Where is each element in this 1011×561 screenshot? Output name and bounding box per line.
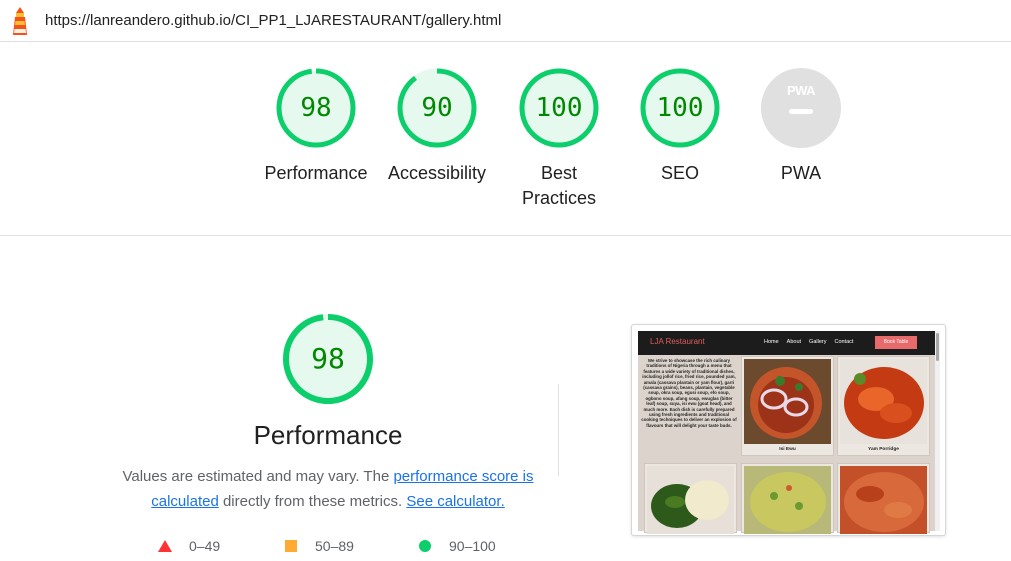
food-image bbox=[744, 466, 831, 534]
performance-description: Values are estimated and may vary. The p… bbox=[110, 464, 546, 514]
legend-range: 90–100 bbox=[449, 538, 496, 554]
circle-icon bbox=[419, 540, 431, 552]
legend-range: 50–89 bbox=[315, 538, 354, 554]
pwa-badge bbox=[761, 68, 841, 148]
address-bar: https://lanreandero.github.io/CI_PP1_LJA… bbox=[0, 0, 1011, 42]
gauge-score: 100 bbox=[535, 93, 583, 123]
thumb-caption: Isi Ewu bbox=[779, 447, 796, 452]
performance-title: Performance bbox=[253, 420, 403, 450]
performance-score: 98 bbox=[311, 342, 345, 375]
gauge-best-practices[interactable]: 100 Best Practices bbox=[499, 67, 619, 211]
gauge-label: PWA bbox=[780, 163, 822, 183]
thumb-nav-home: Home bbox=[764, 339, 779, 345]
gauge-label: Performance bbox=[264, 163, 368, 183]
food-image bbox=[840, 466, 927, 534]
thumb-navbar: LJA Restaurant Home About Gallery Contact B… bbox=[638, 331, 935, 355]
thumb-book-table-button: Book Table bbox=[875, 336, 917, 349]
thumb-card-isi-ewu: Isi Ewu bbox=[741, 356, 834, 456]
scrollbar-thumb bbox=[936, 333, 939, 361]
legend-range: 0–49 bbox=[189, 538, 221, 554]
performance-gauge: 98 bbox=[282, 313, 374, 405]
food-image bbox=[744, 359, 831, 444]
gauge-accessibility[interactable]: 90 Accessibility bbox=[377, 67, 497, 186]
gauge-label: SEO bbox=[660, 163, 699, 183]
url-text[interactable]: https://lanreandero.github.io/CI_PP1_LJA… bbox=[45, 12, 501, 29]
thumb-card-food bbox=[837, 463, 930, 534]
gauge-pwa[interactable]: PWA PWA bbox=[741, 67, 861, 186]
gauge-score: 100 bbox=[656, 93, 704, 123]
gauge-performance[interactable]: 98 Performance bbox=[256, 67, 376, 186]
gauge-score: 98 bbox=[300, 93, 332, 123]
food-image bbox=[647, 466, 734, 534]
gauge-label: Best Practices bbox=[521, 163, 597, 208]
pwa-icon-text: PWA bbox=[786, 83, 816, 98]
gauge-score: 90 bbox=[421, 93, 453, 123]
page-screenshot-thumbnail[interactable]: LJA Restaurant Home About Gallery Contact B… bbox=[631, 324, 946, 536]
see-calculator-link[interactable]: See calculator. bbox=[406, 493, 504, 510]
thumb-page: We strive to showcase the rich culinary … bbox=[638, 355, 935, 534]
desc-text: Values are estimated and may vary. The bbox=[122, 468, 394, 485]
food-image bbox=[840, 359, 927, 444]
gauge-seo[interactable]: 100 SEO bbox=[620, 67, 740, 186]
square-icon bbox=[285, 540, 297, 552]
thumb-nav-gallery: Gallery bbox=[809, 339, 827, 345]
thumb-nav-contact: Contact bbox=[834, 339, 854, 345]
gauge-label: Accessibility bbox=[387, 163, 487, 183]
thumb-card-yam-porridge: Yam Porridge bbox=[837, 356, 930, 456]
thumb-intro-text: We strive to showcase the rich culinary … bbox=[641, 358, 737, 428]
section-divider bbox=[0, 235, 1011, 236]
thumb-card-food bbox=[741, 463, 834, 534]
pwa-dash-icon bbox=[789, 109, 813, 114]
lighthouse-icon bbox=[13, 7, 27, 35]
thumb-brand: LJA Restaurant bbox=[650, 337, 705, 346]
thumb-caption: Yam Porridge bbox=[868, 447, 899, 452]
thumb-nav-links: Home About Gallery Contact bbox=[764, 339, 861, 345]
thumb-card-food bbox=[644, 463, 737, 534]
thumb-nav-about: About bbox=[786, 339, 802, 345]
vertical-divider bbox=[558, 384, 559, 476]
thumb-scrollbar bbox=[935, 331, 940, 531]
desc-text: directly from these metrics. bbox=[218, 493, 407, 510]
triangle-icon bbox=[158, 540, 172, 552]
